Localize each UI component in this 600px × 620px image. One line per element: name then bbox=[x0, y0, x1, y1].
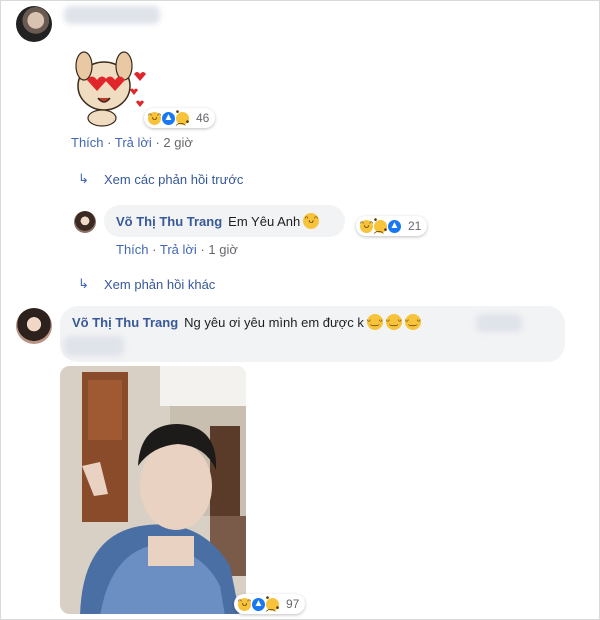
like-reaction-icon: ▲ bbox=[387, 218, 402, 234]
emoji-icon: ᵕ‿ᵕ bbox=[366, 314, 383, 330]
reply-arrow-icon: ↳ bbox=[78, 171, 89, 186]
reply-link[interactable]: Trả lời bbox=[115, 135, 152, 150]
timestamp[interactable]: 1 giờ bbox=[208, 242, 238, 257]
reaction-summary[interactable]: ᵔᴗᵔ ▲ •︵• 97 bbox=[234, 593, 306, 614]
haha-reaction-icon: ᵔᴗᵔ bbox=[359, 218, 374, 234]
like-reaction-icon: ▲ bbox=[251, 596, 266, 612]
like-reaction-icon: ▲ bbox=[161, 110, 176, 126]
author-name[interactable]: Võ Thị Thu Trang bbox=[72, 315, 178, 330]
sticker-image bbox=[75, 51, 146, 127]
timestamp[interactable]: 2 giờ bbox=[163, 135, 193, 150]
other-replies-label: Xem phản hồi khác bbox=[104, 276, 216, 292]
sad-reaction-icon: •︵• bbox=[265, 593, 280, 614]
separator: · bbox=[152, 242, 157, 257]
avatar[interactable] bbox=[16, 6, 52, 42]
other-replies-link[interactable]: ↳ Xem phản hồi khác bbox=[78, 276, 215, 292]
separator: · bbox=[200, 242, 205, 257]
comment-actions: Thích · Trả lời · 2 giờ bbox=[71, 135, 193, 150]
reaction-count: 97 bbox=[286, 597, 300, 611]
reply-arrow-icon: ↳ bbox=[78, 276, 89, 291]
separator: · bbox=[155, 135, 160, 150]
previous-replies-label: Xem các phản hồi trước bbox=[104, 171, 244, 187]
haha-reaction-icon: ᵔᴗᵔ bbox=[237, 596, 252, 612]
comment-text: Ng yêu ơi yêu mình em được k bbox=[184, 314, 364, 330]
reply-link[interactable]: Trả lời bbox=[160, 242, 197, 257]
avatar[interactable] bbox=[16, 308, 52, 344]
like-link[interactable]: Thích bbox=[116, 242, 149, 257]
redacted-author-name bbox=[64, 6, 160, 24]
previous-replies-link[interactable]: ↳ Xem các phản hồi trước bbox=[78, 171, 243, 187]
emoji-icon: ᵕ‿ᵕ bbox=[404, 314, 421, 330]
sad-reaction-icon: •︵• bbox=[175, 107, 190, 128]
like-link[interactable]: Thích bbox=[71, 135, 104, 150]
emoji-icon: ᵔᴗᵔ bbox=[303, 213, 320, 229]
avatar[interactable] bbox=[74, 211, 96, 233]
separator: · bbox=[107, 135, 112, 150]
reply-actions: Thích · Trả lời · 1 giờ bbox=[116, 242, 238, 257]
emoji-icon: ᵕ‿ᵕ bbox=[385, 314, 402, 330]
redacted-text bbox=[64, 336, 124, 356]
reaction-summary[interactable]: ᵔᴗᵔ ▲ •︵• 46 bbox=[144, 107, 216, 128]
haha-reaction-icon: ᵔᴗᵔ bbox=[147, 110, 162, 126]
reaction-count: 21 bbox=[408, 219, 422, 233]
reaction-summary[interactable]: ᵔᴗᵔ •︵• ▲ 21 bbox=[356, 215, 428, 236]
attached-photo[interactable] bbox=[60, 366, 246, 614]
reaction-count: 46 bbox=[196, 111, 210, 125]
author-name[interactable]: Võ Thị Thu Trang bbox=[116, 214, 222, 229]
redacted-text bbox=[476, 314, 522, 332]
reply-bubble: Võ Thị Thu Trang Em Yêu Anh ᵔᴗᵔ bbox=[104, 205, 346, 237]
sad-reaction-icon: •︵• bbox=[373, 215, 388, 236]
reply-text: Em Yêu Anh bbox=[228, 213, 301, 229]
